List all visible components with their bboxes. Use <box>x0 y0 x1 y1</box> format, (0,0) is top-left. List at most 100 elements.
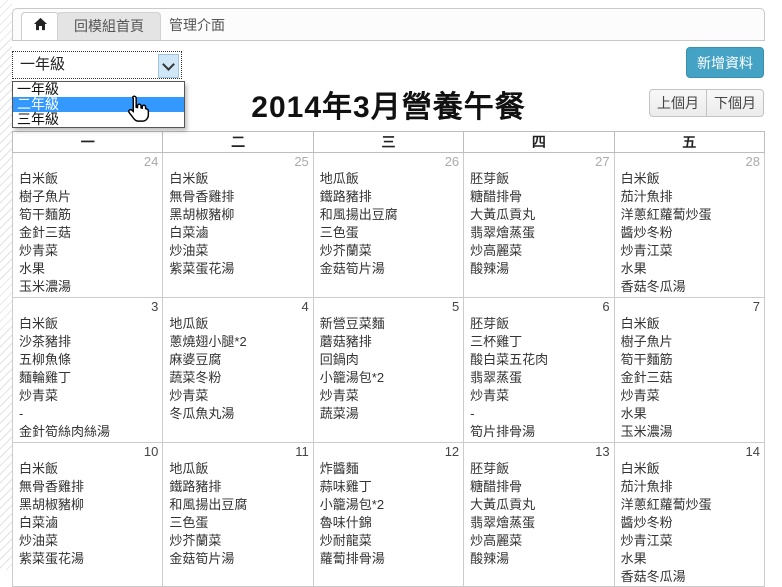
calendar-day-cell: 12炸醬麵蒜味雞丁小籠湯包*2魯味什錦炒耐龍菜蘿蔔排骨湯 <box>313 443 463 587</box>
menu-item: 大黃瓜貢丸 <box>464 496 613 514</box>
menu-item: 小籠湯包*2 <box>314 369 463 387</box>
menu-item: 三色蛋 <box>163 514 312 532</box>
menu-item: 炸醬麵 <box>314 460 463 478</box>
grade-select[interactable]: 一年級 <box>12 51 182 79</box>
menu-item: 白米飯 <box>615 315 764 333</box>
tab-module-home[interactable]: 回模組首頁 <box>57 12 161 40</box>
calendar-day-cell: 26地瓜飯鐵路豬排和風揚出豆腐三色蛋炒芥蘭菜金菇筍片湯 <box>313 153 463 298</box>
menu-item: 翡翠燴蒸蛋 <box>464 514 613 532</box>
menu-item: 洋蔥紅蘿蔔炒蛋 <box>615 206 764 224</box>
chevron-down-icon <box>162 58 175 71</box>
day-number: 10 <box>13 443 162 460</box>
day-number: 24 <box>13 153 162 170</box>
menu-item: 五柳魚條 <box>13 351 162 369</box>
menu-item: 白米飯 <box>13 460 162 478</box>
menu-item: 筍片排骨湯 <box>464 423 613 441</box>
menu-item: 大黃瓜貢丸 <box>464 206 613 224</box>
menu-item: 茄汁魚排 <box>615 478 764 496</box>
menu-item: 回鍋肉 <box>314 351 463 369</box>
day-number: 27 <box>464 153 613 170</box>
menu-item: 金針三菇 <box>615 369 764 387</box>
menu-item: - <box>13 405 162 423</box>
menu-item: 地瓜飯 <box>163 315 312 333</box>
menu-item: 胚芽飯 <box>464 460 613 478</box>
day-number: 4 <box>163 298 312 315</box>
add-data-button[interactable]: 新增資料 <box>686 47 764 78</box>
menu-item: 炒青菜 <box>13 242 162 260</box>
prev-month-button[interactable]: 上個月 <box>649 89 707 117</box>
menu-item: 無骨香雞排 <box>163 188 312 206</box>
menu-item: 蘿蔔排骨湯 <box>314 550 463 568</box>
calendar-day-cell: 5新營豆菜麵蘑菇豬排回鍋肉小籠湯包*2炒青菜蔬菜湯 <box>313 298 463 443</box>
menu-item: 白米飯 <box>13 170 162 188</box>
menu-item: 白米飯 <box>615 170 764 188</box>
next-month-button[interactable]: 下個月 <box>706 89 764 117</box>
menu-item: 蘑菇豬排 <box>314 333 463 351</box>
day-number: 13 <box>464 443 613 460</box>
month-nav: 上個月 下個月 <box>649 89 764 117</box>
lunch-calendar: 一二三四五 24白米飯樹子魚片筍干麵筋金針三菇炒青菜水果玉米濃湯25白米飯無骨香… <box>12 131 765 587</box>
day-number: 12 <box>314 443 463 460</box>
menu-item: 蔬菜冬粉 <box>163 369 312 387</box>
menu-item: 炒油菜 <box>163 242 312 260</box>
menu-item: 黑胡椒豬柳 <box>163 206 312 224</box>
menu-item: 炒青菜 <box>615 387 764 405</box>
menu-item: 黑胡椒豬柳 <box>13 496 162 514</box>
menu-item: 胚芽飯 <box>464 170 613 188</box>
menu-item: 樹子魚片 <box>615 333 764 351</box>
grade-option[interactable]: 二年級 <box>13 97 184 112</box>
page-edge-stripes <box>0 0 12 570</box>
menu-item: 筍干麵筋 <box>615 351 764 369</box>
menu-item: 水果 <box>13 260 162 278</box>
menu-item: 金菇筍片湯 <box>163 550 312 568</box>
calendar-day-cell: 27胚芽飯糖醋排骨大黃瓜貢丸翡翠燴蒸蛋炒高麗菜酸辣湯 <box>464 153 614 298</box>
menu-item: 魯味什錦 <box>314 514 463 532</box>
tab-admin-interface[interactable]: 管理介面 <box>153 12 241 39</box>
calendar-day-cell: 25白米飯無骨香雞排黑胡椒豬柳白菜滷炒油菜紫菜蛋花湯 <box>163 153 313 298</box>
menu-item: 酸白菜五花肉 <box>464 351 613 369</box>
calendar-day-cell: 3白米飯沙茶豬排五柳魚條麵輪雞丁炒青菜-金針筍絲肉絲湯 <box>13 298 163 443</box>
grade-option[interactable]: 三年級 <box>13 112 184 127</box>
menu-item: 茄汁魚排 <box>615 188 764 206</box>
calendar-week-row: 10白米飯無骨香雞排黑胡椒豬柳白菜滷炒油菜紫菜蛋花湯11地瓜飯鐵路豬排和風揚出豆… <box>13 443 765 587</box>
menu-item: 蔬菜湯 <box>314 405 463 423</box>
select-arrow-button[interactable] <box>158 54 179 78</box>
menu-item: - <box>464 405 613 423</box>
menu-item: 炒油菜 <box>13 532 162 550</box>
home-icon <box>33 17 48 36</box>
menu-item: 玉米濃湯 <box>615 423 764 441</box>
menu-item: 胚芽飯 <box>464 315 613 333</box>
menu-item: 炒高麗菜 <box>464 532 613 550</box>
menu-item: 白米飯 <box>13 315 162 333</box>
menu-item: 和風揚出豆腐 <box>314 206 463 224</box>
day-number: 11 <box>163 443 312 460</box>
menu-item: 冬瓜魚丸湯 <box>163 405 312 423</box>
menu-item: 香菇冬瓜湯 <box>615 568 764 586</box>
grade-option[interactable]: 一年級 <box>13 82 184 97</box>
menu-item: 香菇冬瓜湯 <box>615 278 764 296</box>
day-number: 5 <box>314 298 463 315</box>
day-number: 25 <box>163 153 312 170</box>
menu-item: 水果 <box>615 260 764 278</box>
calendar-day-cell: 10白米飯無骨香雞排黑胡椒豬柳白菜滷炒油菜紫菜蛋花湯 <box>13 443 163 587</box>
menu-item: 三杯雞丁 <box>464 333 613 351</box>
menu-item: 紫菜蛋花湯 <box>163 260 312 278</box>
tab-home[interactable] <box>21 12 59 40</box>
menu-item: 蒜味雞丁 <box>314 478 463 496</box>
calendar-day-cell: 11地瓜飯鐵路豬排和風揚出豆腐三色蛋炒芥蘭菜金菇筍片湯 <box>163 443 313 587</box>
grade-select-value: 一年級 <box>20 52 65 78</box>
menu-item: 無骨香雞排 <box>13 478 162 496</box>
menu-item: 筍干麵筋 <box>13 206 162 224</box>
day-number: 6 <box>464 298 613 315</box>
calendar-week-row: 3白米飯沙茶豬排五柳魚條麵輪雞丁炒青菜-金針筍絲肉絲湯4地瓜飯蔥燒翅小腿*2麻婆… <box>13 298 765 443</box>
menu-item: 醬炒冬粉 <box>615 224 764 242</box>
menu-item: 炒青菜 <box>464 387 613 405</box>
calendar-day-cell: 13胚芽飯糖醋排骨大黃瓜貢丸翡翠燴蒸蛋炒高麗菜酸辣湯 <box>464 443 614 587</box>
menu-item: 炒高麗菜 <box>464 242 613 260</box>
calendar-day-cell: 14白米飯茄汁魚排洋蔥紅蘿蔔炒蛋醬炒冬粉炒青江菜水果香菇冬瓜湯 <box>614 443 764 587</box>
menu-item: 金針筍絲肉絲湯 <box>13 423 162 441</box>
calendar-day-cell: 28白米飯茄汁魚排洋蔥紅蘿蔔炒蛋醬炒冬粉炒青江菜水果香菇冬瓜湯 <box>614 153 764 298</box>
menu-item: 炒青菜 <box>13 387 162 405</box>
day-number: 7 <box>615 298 764 315</box>
day-number: 28 <box>615 153 764 170</box>
